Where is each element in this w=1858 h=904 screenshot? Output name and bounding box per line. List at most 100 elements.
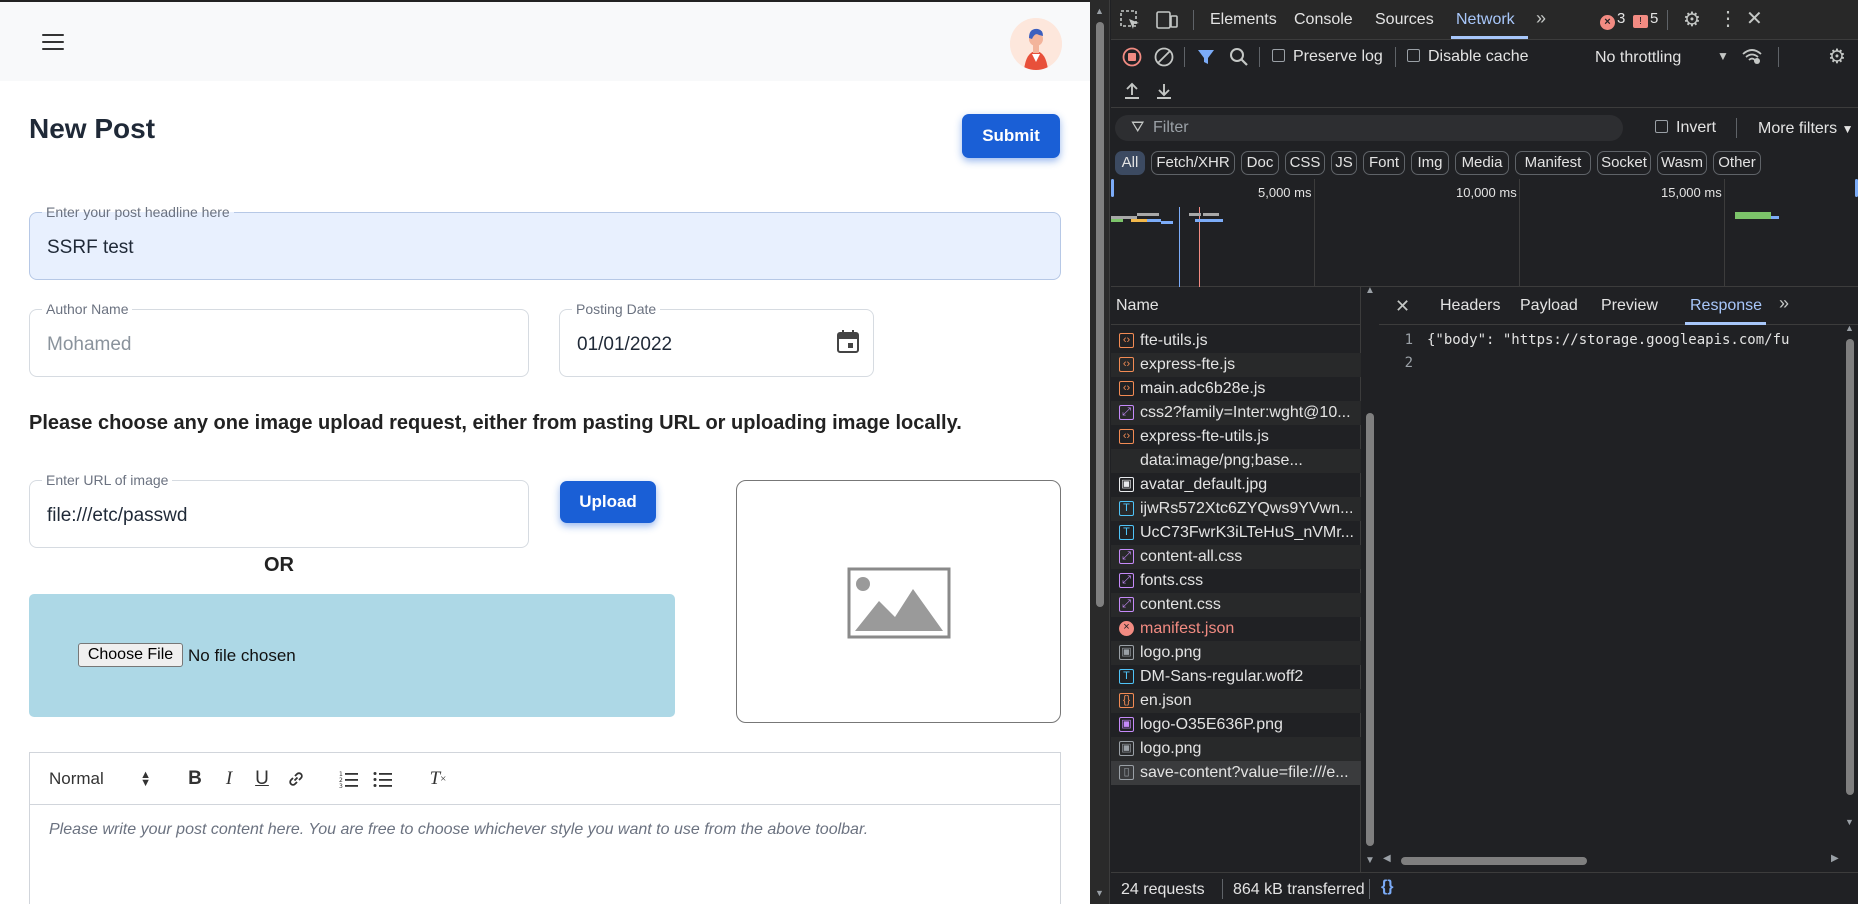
image-url-field[interactable]: Enter URL of image file:///etc/passwd [29, 472, 529, 548]
tab-response[interactable]: Response [1690, 297, 1762, 315]
type-filter-all[interactable]: All [1115, 151, 1145, 175]
tab-headers[interactable]: Headers [1440, 297, 1500, 315]
preserve-log-checkbox[interactable]: Preserve log [1272, 48, 1383, 66]
posting-date-field[interactable]: Posting Date 01/01/2022 [559, 301, 874, 377]
request-row[interactable]: ▣ avatar_default.jpg [1111, 473, 1361, 497]
type-filter-img[interactable]: Img [1411, 151, 1449, 175]
request-row[interactable]: ▣ logo-O35E636P.png [1111, 713, 1361, 737]
tab-elements[interactable]: Elements [1210, 11, 1277, 29]
scroll-left-icon[interactable]: ◀ [1383, 853, 1391, 864]
tab-preview[interactable]: Preview [1601, 297, 1658, 315]
author-name-field[interactable]: Author Name Mohamed [29, 301, 529, 377]
request-row[interactable]: × manifest.json [1111, 617, 1361, 641]
request-row[interactable]: T UcC73FwrK3iLTeHuS_nVMr... [1111, 521, 1361, 545]
more-tabs-icon[interactable]: » [1536, 8, 1546, 29]
type-filter-media[interactable]: Media [1455, 151, 1509, 175]
clear-format-icon[interactable]: T × [425, 766, 451, 792]
settings-gear-icon[interactable]: ⚙ [1683, 7, 1701, 32]
request-row[interactable]: ⤢ fonts.css [1111, 569, 1361, 593]
export-har-icon[interactable] [1154, 81, 1174, 101]
link-icon[interactable] [283, 766, 309, 792]
rich-text-editor[interactable]: Normal ▲ ▼ B I U 123 T × Please write your… [29, 752, 1061, 904]
request-row[interactable]: {} en.json [1111, 689, 1361, 713]
response-vscrollbar[interactable]: ▲ ▼ [1844, 323, 1856, 835]
scrollbar-thumb[interactable] [1366, 413, 1374, 846]
clear-log-icon[interactable] [1154, 47, 1174, 67]
name-column-header[interactable]: Name [1111, 287, 1361, 325]
request-row[interactable]: ▣ logo.png [1111, 737, 1361, 761]
scroll-down-icon[interactable]: ▼ [1365, 855, 1375, 866]
response-hscrollbar[interactable]: ◀ ▶ [1383, 853, 1843, 867]
throttling-select[interactable]: No throttling ▼ [1595, 49, 1729, 67]
type-filter-fetch-xhr[interactable]: Fetch/XHR [1151, 151, 1235, 175]
record-icon[interactable] [1122, 47, 1142, 67]
network-conditions-icon[interactable] [1741, 46, 1763, 66]
import-har-icon[interactable] [1122, 81, 1142, 101]
network-settings-icon[interactable]: ⚙ [1828, 44, 1846, 69]
calendar-icon[interactable] [837, 330, 859, 354]
error-count-badge[interactable]: × 3 [1600, 10, 1625, 30]
device-toolbar-icon[interactable] [1155, 9, 1179, 31]
scroll-down-icon[interactable]: ▼ [1845, 817, 1854, 827]
more-tabs-icon[interactable]: » [1779, 293, 1789, 314]
request-row[interactable]: T DM-Sans-regular.woff2 [1111, 665, 1361, 689]
scroll-right-icon[interactable]: ▶ [1831, 853, 1839, 864]
scroll-down-icon[interactable]: ▼ [1095, 888, 1104, 898]
headline-field[interactable]: Enter your post headline here SSRF test [29, 204, 1061, 280]
request-row[interactable]: data:image/png;base... [1111, 449, 1361, 473]
request-row[interactable]: ‹› fte-utils.js [1111, 329, 1361, 353]
scroll-up-icon[interactable]: ▲ [1365, 285, 1375, 296]
disable-cache-checkbox[interactable]: Disable cache [1407, 48, 1529, 66]
request-row[interactable]: ‹› express-fte-utils.js [1111, 425, 1361, 449]
request-row[interactable]: ‹› express-fte.js [1111, 353, 1361, 377]
request-row[interactable]: ‹› main.adc6b28e.js [1111, 377, 1361, 401]
invert-checkbox[interactable]: Invert [1655, 119, 1716, 137]
overview-left-handle[interactable] [1111, 179, 1114, 197]
request-row[interactable]: ⤢ content-all.css [1111, 545, 1361, 569]
type-filter-socket[interactable]: Socket [1597, 151, 1651, 175]
close-devtools-icon[interactable]: ✕ [1746, 6, 1763, 31]
type-filter-manifest[interactable]: Manifest [1515, 151, 1591, 175]
request-row[interactable]: ⤢ css2?family=Inter:wght@10... [1111, 401, 1361, 425]
request-row[interactable]: ⤢ content.css [1111, 593, 1361, 617]
hamburger-menu-icon[interactable] [42, 34, 64, 50]
type-filter-other[interactable]: Other [1713, 151, 1761, 175]
type-filter-wasm[interactable]: Wasm [1657, 151, 1707, 175]
type-filter-js[interactable]: JS [1331, 151, 1357, 175]
scrollbar-thumb[interactable] [1096, 22, 1104, 607]
type-filter-css[interactable]: CSS [1285, 151, 1325, 175]
scrollbar-thumb[interactable] [1846, 339, 1854, 795]
request-row[interactable]: ▯ save-content?value=file:///e... [1111, 761, 1361, 785]
request-row[interactable]: ▣ logo.png [1111, 641, 1361, 665]
pretty-print-icon[interactable]: {} [1381, 878, 1393, 896]
more-filters-dropdown[interactable]: More filters ▼ [1758, 120, 1853, 138]
inspect-element-icon[interactable] [1119, 9, 1141, 31]
search-icon[interactable] [1229, 47, 1249, 67]
filter-input[interactable]: ⛛ Filter [1115, 115, 1623, 141]
tab-payload[interactable]: Payload [1520, 297, 1578, 315]
request-list-scrollbar[interactable]: ▲ ▼ [1363, 285, 1377, 872]
scrollbar-thumb[interactable] [1401, 857, 1587, 865]
close-detail-icon[interactable]: ✕ [1395, 296, 1410, 317]
user-avatar[interactable] [1010, 18, 1062, 70]
scroll-up-icon[interactable]: ▲ [1845, 323, 1854, 333]
warning-count-badge[interactable]: ! 5 [1633, 10, 1658, 28]
scroll-up-icon[interactable]: ▲ [1095, 6, 1104, 16]
filter-icon[interactable] [1196, 47, 1216, 67]
italic-icon[interactable]: I [216, 766, 242, 792]
editor-placeholder[interactable]: Please write your post content here. You… [49, 821, 868, 839]
ordered-list-icon[interactable]: 123 [336, 766, 362, 792]
bold-icon[interactable]: B [182, 766, 208, 792]
tab-sources[interactable]: Sources [1375, 11, 1434, 29]
submit-button[interactable]: Submit [962, 114, 1060, 158]
underline-icon[interactable]: U [249, 766, 275, 792]
upload-button[interactable]: Upload [560, 481, 656, 523]
request-row[interactable]: TijwRs572Xtc6ZYQws9YVwn... [1111, 497, 1361, 521]
format-select[interactable]: Normal ▲ ▼ [49, 769, 159, 791]
tab-console[interactable]: Console [1294, 11, 1353, 29]
network-overview-timeline[interactable]: 5,000 ms 10,000 ms 15,000 ms [1111, 179, 1858, 287]
tab-network[interactable]: Network [1456, 11, 1515, 29]
more-options-icon[interactable]: ⋮ [1718, 6, 1738, 31]
bullet-list-icon[interactable] [370, 766, 396, 792]
type-filter-doc[interactable]: Doc [1241, 151, 1279, 175]
